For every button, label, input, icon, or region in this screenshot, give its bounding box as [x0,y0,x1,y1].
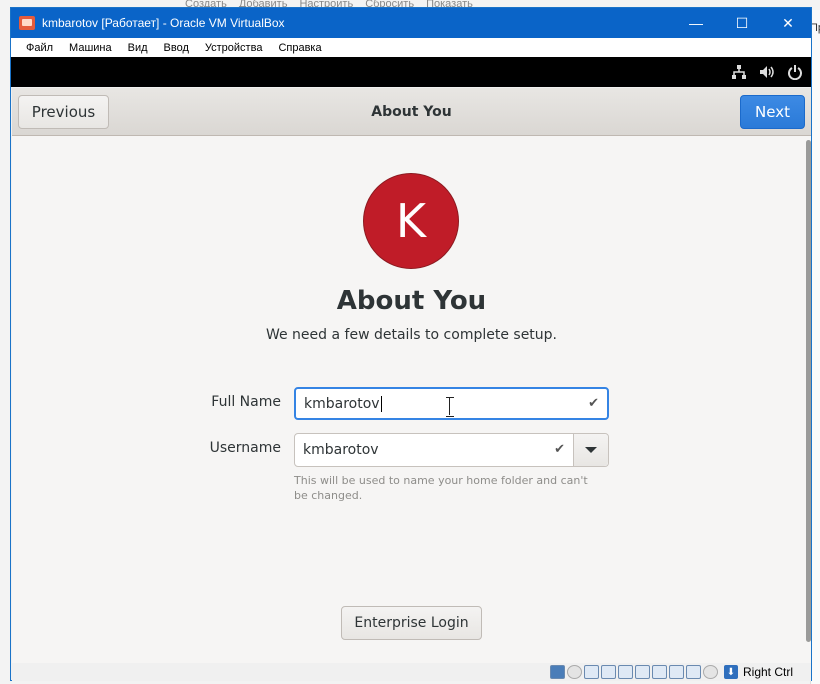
full-name-value: kmbarotov [304,395,380,412]
ibeam-cursor-icon [446,397,454,417]
username-hint: This will be used to name your home fold… [294,474,588,502]
next-button[interactable]: Next [740,95,805,129]
gnome-initial-setup: Previous About You Next K About You We n… [12,88,811,663]
username-field[interactable]: kmbarotov ✔ [295,434,573,466]
menu-view[interactable]: Вид [120,42,156,54]
guest-system-tray[interactable] [731,64,803,80]
display-icon[interactable] [651,665,667,679]
minimize-button[interactable]: — [673,8,719,38]
title-bar[interactable]: kmbarotov [Работает] - Oracle VM Virtual… [11,8,811,38]
menu-machine[interactable]: Машина [61,42,120,54]
username-value: kmbarotov [303,442,379,458]
close-button[interactable]: ✕ [765,8,811,38]
full-name-label: Full Name [211,394,281,410]
page-subtitle: We need a few details to complete setup. [265,327,558,343]
username-combo[interactable]: kmbarotov ✔ [294,433,609,467]
virtualbox-app-icon [19,16,35,30]
enterprise-login-button[interactable]: Enterprise Login [341,606,482,640]
usb-icon[interactable] [617,665,633,679]
chevron-down-icon [585,447,597,453]
shared-folders-icon[interactable] [634,665,650,679]
scrollbar[interactable] [806,140,811,642]
host-key-icon: ⬇ [723,665,738,679]
header-title: About You [371,103,452,120]
optical-drive-icon[interactable] [566,665,582,679]
username-label: Username [209,440,281,456]
text-caret [380,395,382,412]
vm-menu-bar: Файл Машина Вид Ввод Устройства Справка [11,38,811,57]
full-name-field[interactable]: kmbarotov ✔ [294,387,609,420]
hard-disk-icon[interactable] [549,665,565,679]
power-icon [788,65,802,80]
previous-button[interactable]: Previous [18,95,109,129]
checkmark-icon: ✔ [554,442,565,457]
vm-status-bar: ⬇ Right Ctrl [12,663,811,681]
virtualbox-window: kmbarotov [Работает] - Oracle VM Virtual… [10,7,812,681]
username-dropdown-button[interactable] [573,434,608,466]
audio-icon[interactable] [583,665,599,679]
network-adapter-icon[interactable] [600,665,616,679]
host-key-label: Right Ctrl [742,665,793,679]
volume-icon [760,66,774,78]
mouse-integration-icon[interactable] [702,665,718,679]
setup-content: K About You We need a few details to com… [12,136,811,663]
menu-devices[interactable]: Устройства [197,42,271,54]
checkmark-icon: ✔ [588,396,599,411]
network-icon [732,65,746,79]
video-capture-icon[interactable] [668,665,684,679]
previous-button-label: Previous [31,103,96,121]
maximize-button[interactable]: ☐ [719,8,765,38]
setup-header-bar: Previous About You Next [12,88,811,136]
guest-top-bar [11,57,811,87]
menu-input[interactable]: Ввод [156,42,197,54]
page-title: About You [336,286,487,316]
virtualization-icon[interactable] [685,665,701,679]
avatar[interactable]: K [363,173,459,269]
menu-help[interactable]: Справка [270,42,329,54]
window-title: kmbarotov [Работает] - Oracle VM Virtual… [42,16,285,30]
menu-file[interactable]: Файл [18,42,61,54]
